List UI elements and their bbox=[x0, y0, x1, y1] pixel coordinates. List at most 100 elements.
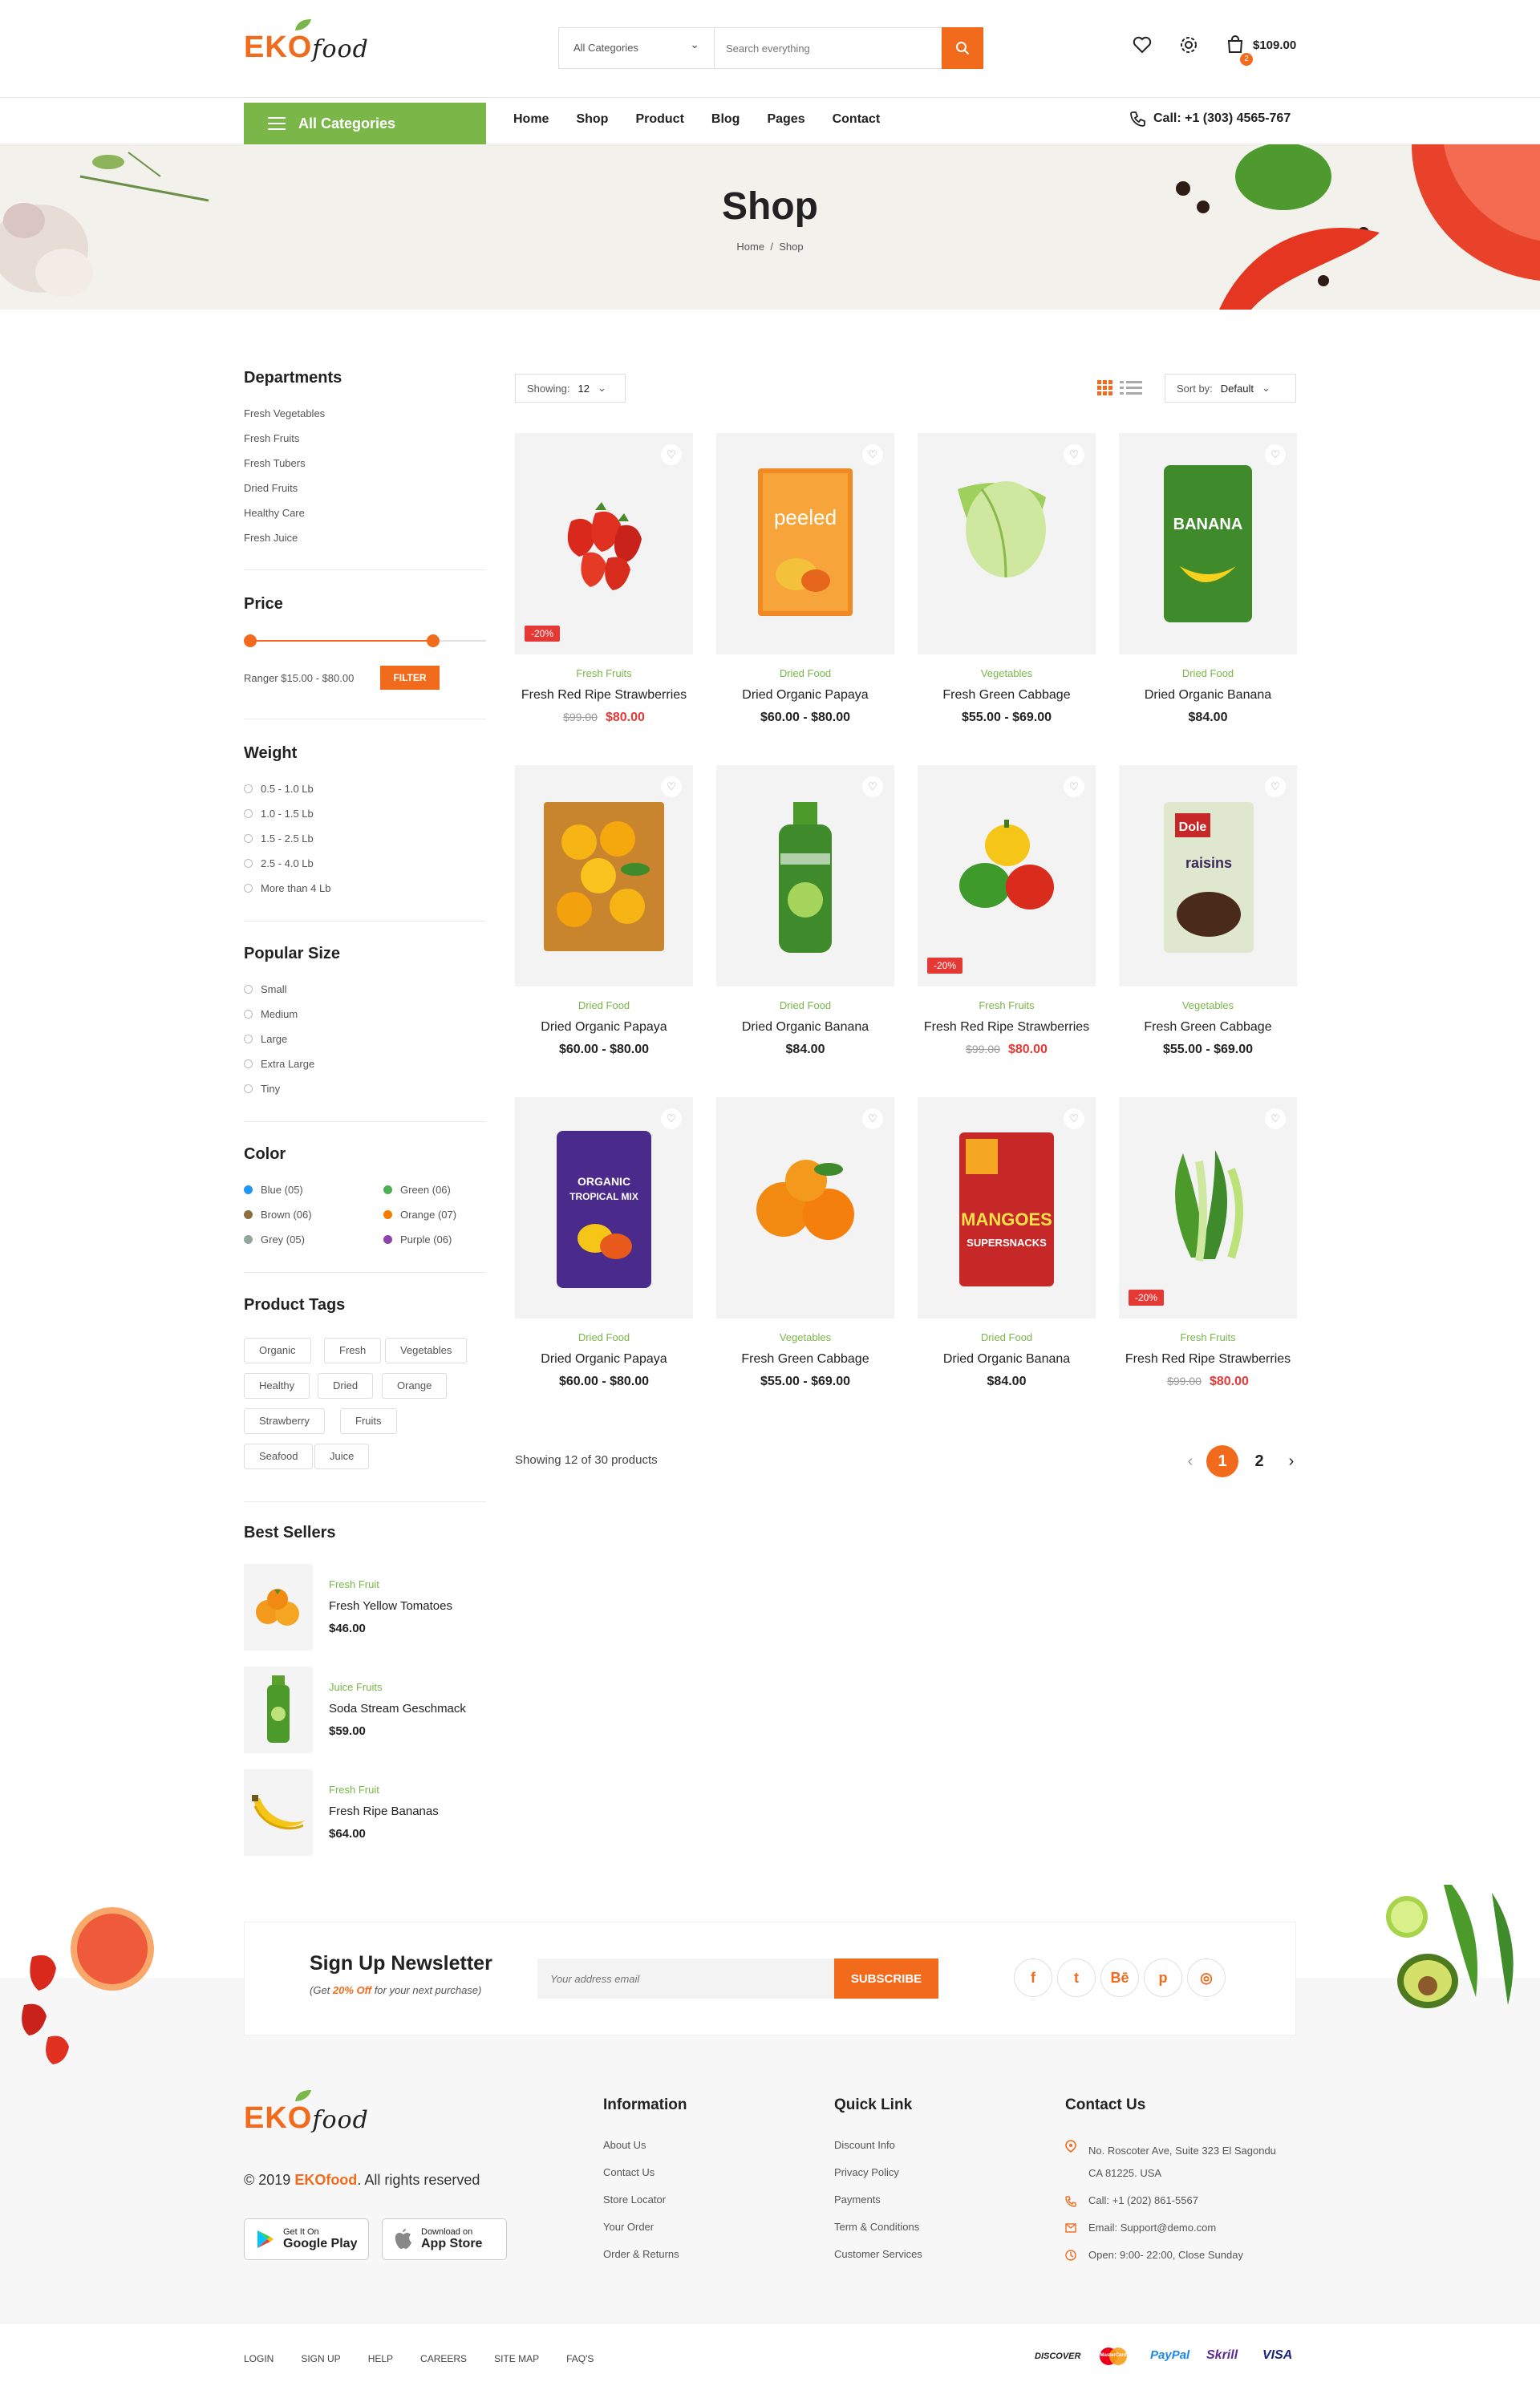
bottom-link[interactable]: FAQ'S bbox=[566, 2353, 594, 2364]
product-image[interactable]: ♡ -20% bbox=[515, 433, 693, 654]
size-option[interactable]: Medium bbox=[244, 1002, 314, 1027]
bestseller-name[interactable]: Soda Stream Geschmack bbox=[329, 1702, 466, 1716]
nav-blog[interactable]: Blog bbox=[711, 112, 740, 127]
google-play-button[interactable]: Get It On Google Play bbox=[244, 2218, 369, 2260]
cart-amount[interactable]: $109.00 bbox=[1253, 38, 1296, 52]
product-image[interactable]: BANANA ♡ bbox=[1119, 433, 1297, 654]
product-name[interactable]: Dried Organic Papaya bbox=[716, 688, 894, 703]
tag[interactable]: Fruits bbox=[340, 1408, 397, 1434]
next-page-chevron-icon[interactable]: › bbox=[1275, 1445, 1307, 1477]
bestseller-image[interactable] bbox=[244, 1564, 313, 1651]
dept-item[interactable]: Fresh Tubers bbox=[244, 451, 325, 476]
bestseller-image[interactable] bbox=[244, 1769, 313, 1856]
cart-bag-icon[interactable] bbox=[1226, 35, 1245, 55]
product-image[interactable]: peeled ♡ bbox=[716, 433, 894, 654]
color-option-purple[interactable]: Purple (06) bbox=[383, 1227, 456, 1252]
tag[interactable]: Healthy bbox=[244, 1373, 310, 1399]
wishlist-heart-icon[interactable]: ♡ bbox=[1064, 1108, 1084, 1129]
search-input[interactable] bbox=[715, 28, 942, 68]
page-1-button[interactable]: 1 bbox=[1206, 1445, 1238, 1477]
dept-item[interactable]: Fresh Juice bbox=[244, 525, 325, 550]
bottom-link[interactable]: LOGIN bbox=[244, 2353, 274, 2364]
color-option-grey[interactable]: Grey (05) bbox=[244, 1227, 312, 1252]
wishlist-heart-icon[interactable]: ♡ bbox=[661, 444, 682, 465]
wishlist-heart-icon[interactable]: ♡ bbox=[1265, 776, 1286, 797]
page-2-button[interactable]: 2 bbox=[1243, 1445, 1275, 1477]
twitter-icon[interactable]: t bbox=[1057, 1959, 1096, 1997]
wishlist-heart-icon[interactable]: ♡ bbox=[661, 776, 682, 797]
contact-email[interactable]: Email: Support@demo.com bbox=[1088, 2222, 1216, 2234]
footer-link[interactable]: Term & Conditions bbox=[834, 2214, 922, 2241]
footer-link[interactable]: Payments bbox=[834, 2186, 922, 2214]
size-option[interactable]: Tiny bbox=[244, 1076, 314, 1101]
footer-link[interactable]: Privacy Policy bbox=[834, 2159, 922, 2186]
product-name[interactable]: Dried Organic Banana bbox=[716, 1020, 894, 1035]
product-name[interactable]: Fresh Green Cabbage bbox=[1119, 1020, 1297, 1035]
wishlist-heart-icon[interactable] bbox=[1133, 36, 1152, 54]
product-image[interactable]: ♡ -20% bbox=[918, 765, 1096, 986]
nav-shop[interactable]: Shop bbox=[576, 112, 608, 127]
dept-item[interactable]: Healthy Care bbox=[244, 500, 325, 525]
product-image[interactable]: ♡ -20% bbox=[1119, 1097, 1297, 1319]
breadcrumb-home[interactable]: Home bbox=[736, 241, 764, 253]
product-name[interactable]: Fresh Red Ripe Strawberries bbox=[515, 688, 693, 703]
app-store-button[interactable]: Download on App Store bbox=[382, 2218, 507, 2260]
weight-option[interactable]: 1.5 - 2.5 Lb bbox=[244, 826, 330, 851]
nav-home[interactable]: Home bbox=[513, 112, 549, 127]
sort-select[interactable]: Sort by: Default ⌄ bbox=[1165, 374, 1296, 403]
footer-link[interactable]: Your Order bbox=[603, 2214, 679, 2241]
tag[interactable]: Organic bbox=[244, 1338, 311, 1363]
product-name[interactable]: Fresh Green Cabbage bbox=[918, 688, 1096, 703]
wishlist-heart-icon[interactable]: ♡ bbox=[1064, 444, 1084, 465]
instagram-icon[interactable]: ◎ bbox=[1187, 1959, 1226, 1997]
footer-link[interactable]: About Us bbox=[603, 2132, 679, 2159]
bestseller-name[interactable]: Fresh Ripe Bananas bbox=[329, 1805, 439, 1818]
product-name[interactable]: Fresh Red Ripe Strawberries bbox=[1119, 1352, 1297, 1367]
color-option-blue[interactable]: Blue (05) bbox=[244, 1177, 312, 1202]
tag[interactable]: Vegetables bbox=[385, 1338, 468, 1363]
footer-link[interactable]: Customer Services bbox=[834, 2241, 922, 2268]
tag[interactable]: Orange bbox=[382, 1373, 448, 1399]
search-button[interactable] bbox=[942, 27, 983, 69]
bottom-link[interactable]: HELP bbox=[368, 2353, 393, 2364]
wishlist-heart-icon[interactable]: ♡ bbox=[1265, 1108, 1286, 1129]
product-name[interactable]: Dried Organic Papaya bbox=[515, 1020, 693, 1035]
dept-item[interactable]: Dried Fruits bbox=[244, 476, 325, 500]
product-image[interactable]: ORGANIC TROPICAL MIX ♡ bbox=[515, 1097, 693, 1319]
product-name[interactable]: Dried Organic Papaya bbox=[515, 1352, 693, 1367]
contact-call[interactable]: Call: +1 (202) 861-5567 bbox=[1088, 2194, 1198, 2206]
filter-button[interactable]: FILTER bbox=[380, 666, 440, 690]
product-image[interactable]: Dole raisins ♡ bbox=[1119, 765, 1297, 986]
settings-gear-icon[interactable] bbox=[1179, 35, 1198, 55]
color-option-green[interactable]: Green (06) bbox=[383, 1177, 456, 1202]
footer-link[interactable]: Contact Us bbox=[603, 2159, 679, 2186]
bottom-link[interactable]: CAREERS bbox=[420, 2353, 467, 2364]
product-image[interactable]: MANGOES SUPERSNACKS ♡ bbox=[918, 1097, 1096, 1319]
phone-contact[interactable]: Call: +1 (303) 4565-767 bbox=[1129, 111, 1291, 127]
size-option[interactable]: Extra Large bbox=[244, 1051, 314, 1076]
wishlist-heart-icon[interactable]: ♡ bbox=[862, 776, 883, 797]
size-option[interactable]: Large bbox=[244, 1027, 314, 1051]
dept-item[interactable]: Fresh Vegetables bbox=[244, 401, 325, 426]
tag[interactable]: Juice bbox=[314, 1444, 370, 1469]
nav-product[interactable]: Product bbox=[635, 112, 683, 127]
color-option-orange[interactable]: Orange (07) bbox=[383, 1202, 456, 1227]
wishlist-heart-icon[interactable]: ♡ bbox=[1265, 444, 1286, 465]
weight-option[interactable]: 1.0 - 1.5 Lb bbox=[244, 801, 330, 826]
footer-logo[interactable]: EKOfood bbox=[244, 2090, 369, 2136]
tag[interactable]: Strawberry bbox=[244, 1408, 325, 1434]
weight-option[interactable]: 2.5 - 4.0 Lb bbox=[244, 851, 330, 876]
wishlist-heart-icon[interactable]: ♡ bbox=[862, 1108, 883, 1129]
wishlist-heart-icon[interactable]: ♡ bbox=[1064, 776, 1084, 797]
weight-option[interactable]: More than 4 Lb bbox=[244, 876, 330, 901]
newsletter-email-input[interactable] bbox=[537, 1959, 834, 1999]
product-name[interactable]: Fresh Red Ripe Strawberries bbox=[918, 1020, 1096, 1035]
nav-contact[interactable]: Contact bbox=[833, 112, 881, 127]
showing-select[interactable]: Showing: 12 ⌄ bbox=[515, 374, 626, 403]
tag[interactable]: Dried bbox=[318, 1373, 374, 1399]
wishlist-heart-icon[interactable]: ♡ bbox=[661, 1108, 682, 1129]
nav-pages[interactable]: Pages bbox=[767, 112, 804, 127]
grid-view-icon[interactable] bbox=[1097, 380, 1113, 396]
footer-link[interactable]: Store Locator bbox=[603, 2186, 679, 2214]
all-categories-button[interactable]: All Categories bbox=[244, 103, 486, 144]
